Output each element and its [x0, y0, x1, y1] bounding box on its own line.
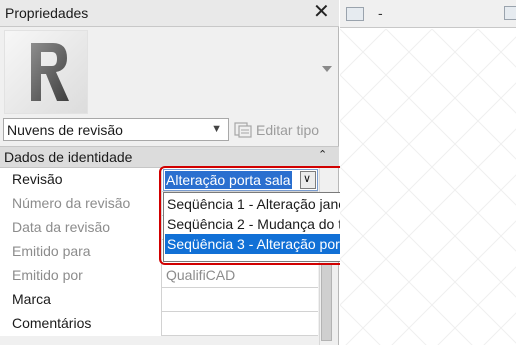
drawing-canvas[interactable]	[340, 29, 516, 345]
property-name: Número da revisão	[0, 192, 162, 216]
palette-title: Propriedades	[5, 5, 89, 21]
property-name: Marca	[0, 288, 162, 312]
family-preview-image	[4, 30, 88, 114]
combo-dropdown-button[interactable]: ∨	[300, 171, 316, 189]
view-tab-bar: -	[340, 0, 516, 28]
revision-combo-value: Alteração porta sala	[165, 171, 292, 189]
property-row-comentarios[interactable]: Comentários	[0, 312, 318, 336]
chevron-down-icon: ∨	[303, 173, 312, 185]
group-label: Dados de identidade	[4, 149, 133, 165]
property-name: Emitido para	[0, 240, 162, 264]
close-icon[interactable]: ✕	[313, 2, 330, 22]
revit-logo-icon	[31, 43, 69, 101]
scrollbar-thumb[interactable]	[321, 263, 332, 341]
sheet-view-icon	[346, 7, 364, 21]
property-value[interactable]	[163, 312, 318, 336]
property-value: QualifiCAD	[166, 267, 236, 283]
identity-data-group-header[interactable]: Dados de identidade ⌃	[0, 146, 339, 168]
revision-combo[interactable]: Alteração porta sala ∨	[163, 169, 318, 191]
view-tab-title[interactable]: -	[378, 5, 383, 21]
edit-type-label: Editar tipo	[256, 121, 320, 138]
property-name: Emitido por	[0, 264, 162, 288]
sheet-view-icon	[504, 6, 516, 20]
property-value[interactable]	[163, 288, 318, 312]
collapse-up-icon[interactable]: ⌃	[318, 148, 327, 161]
chevron-down-icon: ▼	[211, 123, 222, 135]
property-name: Comentários	[0, 312, 162, 336]
type-selector-value: Nuvens de revisão	[7, 122, 123, 138]
palette-header: Propriedades ✕	[0, 0, 339, 27]
canvas-grid-pattern	[340, 29, 516, 345]
edit-type-icon	[234, 121, 252, 138]
edit-type-button[interactable]: Editar tipo	[234, 118, 319, 141]
property-name: Revisão	[0, 168, 162, 192]
property-row-marca[interactable]: Marca	[0, 288, 318, 312]
property-row-emitido-por[interactable]: Emitido por QualifiCAD	[0, 264, 318, 288]
type-list-arrow-icon[interactable]	[322, 66, 332, 72]
type-selector-dropdown[interactable]: Nuvens de revisão ▼	[3, 118, 229, 141]
property-name: Data da revisão	[0, 216, 162, 240]
